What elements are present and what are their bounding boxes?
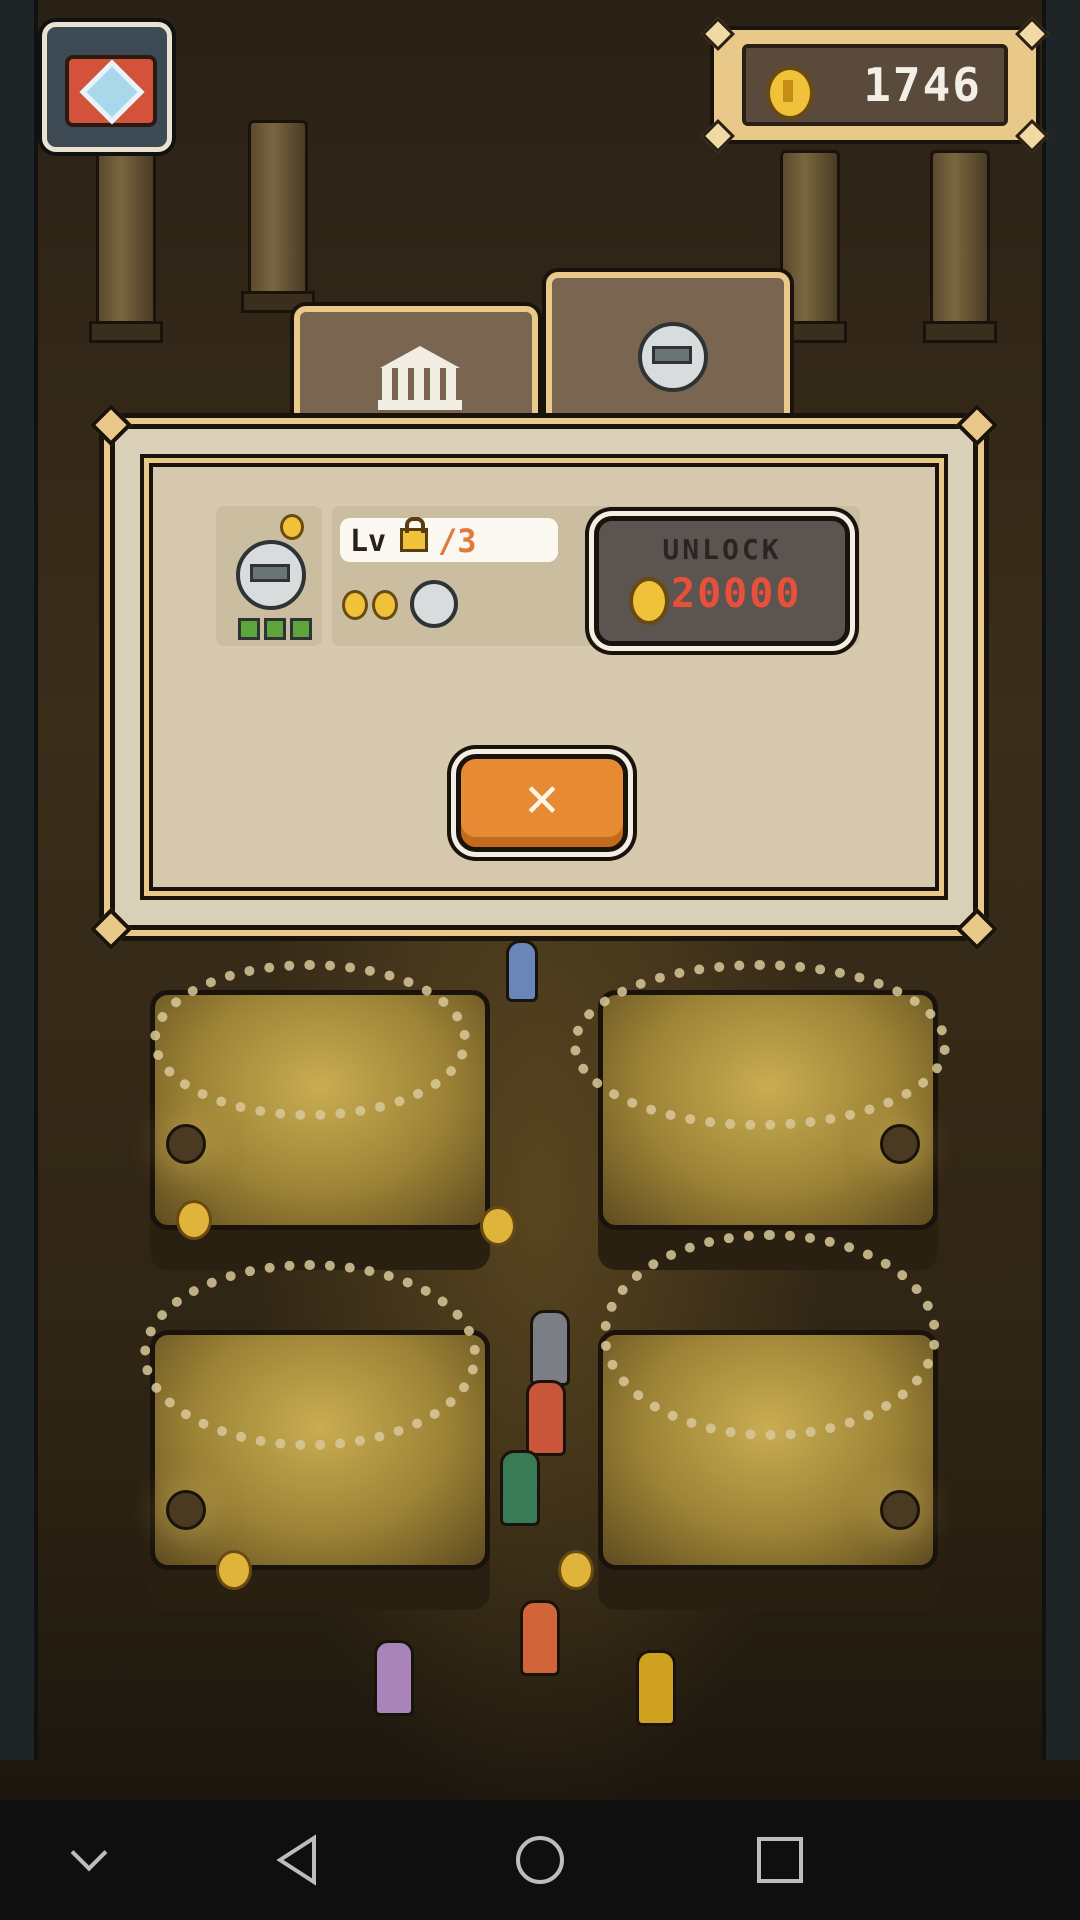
display-lamp: [880, 1124, 920, 1164]
raptor-skeleton: [600, 1230, 940, 1440]
coin-amount: 1746: [863, 58, 982, 112]
right-wall: [1042, 0, 1080, 1760]
robot-icon: [638, 322, 708, 392]
close-button[interactable]: ✕: [456, 754, 628, 852]
level-max: /3: [438, 522, 477, 560]
floor-coin[interactable]: [558, 1550, 594, 1590]
display-lamp: [880, 1490, 920, 1530]
unlock-price: 20000: [671, 571, 802, 617]
level-pip: [290, 618, 312, 640]
camera-lens-icon: [79, 59, 145, 125]
camera-button[interactable]: [42, 22, 172, 152]
coin-icon: [766, 66, 814, 120]
back-icon[interactable]: [270, 1830, 330, 1890]
unlock-label: UNLOCK: [662, 533, 782, 566]
visitor-npc[interactable]: [530, 1310, 570, 1386]
coin-icon: [372, 590, 398, 620]
display-lamp: [166, 1124, 206, 1164]
floor-coin[interactable]: [480, 1206, 516, 1246]
coin-icon: [629, 577, 669, 625]
tab-robot[interactable]: [546, 272, 790, 438]
dinosaur-skeleton: [570, 960, 950, 1130]
level-prefix: Lv: [350, 524, 387, 559]
pillar: [241, 120, 315, 313]
level-pips: [238, 618, 312, 640]
chevron-down-icon[interactable]: [60, 1830, 120, 1890]
recent-apps-icon[interactable]: [750, 1830, 810, 1890]
robot-icon: [410, 580, 458, 628]
income-icons: [342, 578, 462, 628]
visitor-npc[interactable]: [500, 1450, 540, 1526]
pillar: [89, 150, 163, 343]
visitor-npc[interactable]: [636, 1650, 676, 1726]
visitor-npc[interactable]: [506, 940, 538, 1002]
pterosaur-skeleton: [140, 1260, 480, 1450]
lock-icon: [400, 517, 428, 552]
level-pip: [238, 618, 260, 640]
floor-coin[interactable]: [176, 1200, 212, 1240]
camera-icon: [65, 55, 157, 127]
level-indicator: Lv /3: [340, 517, 558, 562]
floor-coin[interactable]: [216, 1550, 252, 1590]
display-lamp: [166, 1490, 206, 1530]
coin-icon: [342, 590, 368, 620]
coin-counter: 1746: [701, 17, 1049, 153]
museum-icon: [378, 346, 462, 412]
home-icon[interactable]: [510, 1830, 570, 1890]
visitor-npc[interactable]: [526, 1380, 566, 1456]
sparkle-coin-icon: [280, 514, 304, 540]
visitor-npc[interactable]: [374, 1640, 414, 1716]
left-wall: [0, 0, 38, 1760]
upgrade-dialog: [89, 403, 999, 951]
close-icon: ✕: [525, 765, 559, 830]
system-navigation-bar: [0, 1800, 1080, 1920]
dinosaur-skeleton: [150, 960, 470, 1120]
robot-icon: [236, 540, 306, 610]
level-pip: [264, 618, 286, 640]
unlock-button[interactable]: UNLOCK 20000: [594, 516, 850, 646]
visitor-npc[interactable]: [520, 1600, 560, 1676]
item-thumbnail: [216, 506, 322, 646]
pillar: [923, 150, 997, 343]
